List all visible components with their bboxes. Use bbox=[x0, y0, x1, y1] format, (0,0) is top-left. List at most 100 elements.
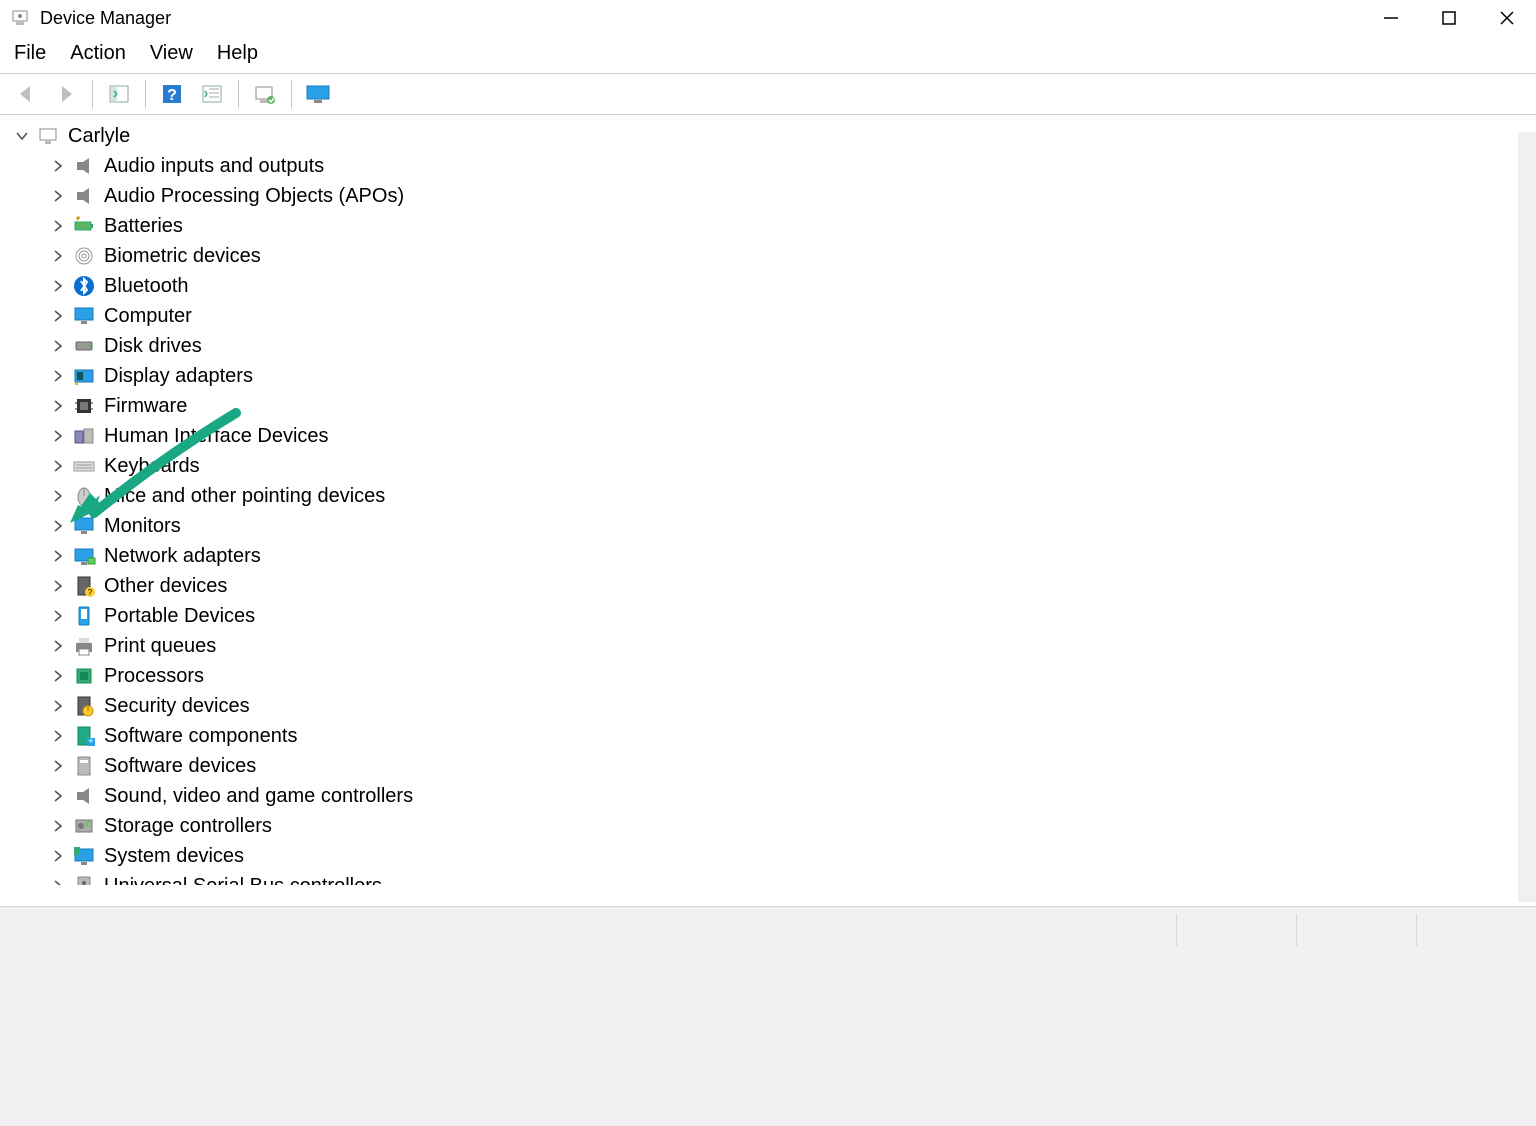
tree-node-label: Software components bbox=[104, 725, 297, 748]
chevron-down-icon[interactable] bbox=[12, 126, 32, 146]
tree-node-label: Disk drives bbox=[104, 335, 202, 358]
tree-root-node[interactable]: Carlyle bbox=[12, 121, 1536, 151]
tree-node[interactable]: Software components bbox=[12, 721, 1536, 751]
tree-node[interactable]: Bluetooth bbox=[12, 271, 1536, 301]
tree-node[interactable]: Human Interface Devices bbox=[12, 421, 1536, 451]
system-icon bbox=[72, 844, 96, 868]
tree-node-label: Display adapters bbox=[104, 365, 253, 388]
chevron-right-icon[interactable] bbox=[48, 516, 68, 536]
scan-hardware-button[interactable] bbox=[247, 78, 283, 110]
tree-node-label: Bluetooth bbox=[104, 275, 189, 298]
tree-node-label: Firmware bbox=[104, 395, 187, 418]
back-button[interactable] bbox=[8, 78, 44, 110]
chevron-right-icon[interactable] bbox=[48, 486, 68, 506]
tree-node-label: Software devices bbox=[104, 755, 256, 778]
gpu-icon bbox=[72, 364, 96, 388]
chevron-right-icon[interactable] bbox=[48, 876, 68, 885]
tree-node-label: Mice and other pointing devices bbox=[104, 485, 385, 508]
menu-help[interactable]: Help bbox=[217, 42, 258, 65]
menu-action[interactable]: Action bbox=[70, 42, 126, 65]
forward-button[interactable] bbox=[48, 78, 84, 110]
properties-button[interactable] bbox=[194, 78, 230, 110]
chevron-right-icon[interactable] bbox=[48, 276, 68, 296]
tree-node-label: Batteries bbox=[104, 215, 183, 238]
chevron-right-icon[interactable] bbox=[48, 366, 68, 386]
cpu-icon bbox=[72, 664, 96, 688]
printer-icon bbox=[72, 634, 96, 658]
tree-node-label: Human Interface Devices bbox=[104, 425, 329, 448]
chevron-right-icon[interactable] bbox=[48, 816, 68, 836]
tree-node[interactable]: Print queues bbox=[12, 631, 1536, 661]
computer-root-icon bbox=[36, 124, 60, 148]
chevron-right-icon[interactable] bbox=[48, 606, 68, 626]
window-title: Device Manager bbox=[40, 8, 1362, 29]
tree-node-label: Universal Serial Bus controllers bbox=[104, 875, 382, 886]
toolbar-separator bbox=[238, 80, 239, 108]
software-dev-icon bbox=[72, 754, 96, 778]
tree-node[interactable]: Monitors bbox=[12, 511, 1536, 541]
tree-node[interactable]: Computer bbox=[12, 301, 1536, 331]
maximize-button[interactable] bbox=[1420, 0, 1478, 36]
tree-node[interactable]: Firmware bbox=[12, 391, 1536, 421]
chevron-right-icon[interactable] bbox=[48, 216, 68, 236]
toolbar-separator bbox=[145, 80, 146, 108]
chevron-right-icon[interactable] bbox=[48, 336, 68, 356]
toolbar-separator bbox=[92, 80, 93, 108]
chevron-right-icon[interactable] bbox=[48, 636, 68, 656]
tree-node[interactable]: Keyboards bbox=[12, 451, 1536, 481]
tree-node[interactable]: Display adapters bbox=[12, 361, 1536, 391]
chevron-right-icon[interactable] bbox=[48, 786, 68, 806]
tree-node-label: Audio inputs and outputs bbox=[104, 155, 324, 178]
help-button[interactable]: ? bbox=[154, 78, 190, 110]
tree-node-label: Audio Processing Objects (APOs) bbox=[104, 185, 404, 208]
tree-node[interactable]: Sound, video and game controllers bbox=[12, 781, 1536, 811]
vertical-scrollbar[interactable] bbox=[1518, 132, 1536, 902]
minimize-button[interactable] bbox=[1362, 0, 1420, 36]
tree-node[interactable]: Audio Processing Objects (APOs) bbox=[12, 181, 1536, 211]
network-icon bbox=[72, 544, 96, 568]
menu-view[interactable]: View bbox=[150, 42, 193, 65]
speaker-icon bbox=[72, 154, 96, 178]
chevron-right-icon[interactable] bbox=[48, 576, 68, 596]
status-cell bbox=[1296, 914, 1416, 946]
chevron-right-icon[interactable] bbox=[48, 156, 68, 176]
tree-node[interactable]: Disk drives bbox=[12, 331, 1536, 361]
chevron-right-icon[interactable] bbox=[48, 306, 68, 326]
chevron-right-icon[interactable] bbox=[48, 456, 68, 476]
show-hide-console-tree-button[interactable] bbox=[101, 78, 137, 110]
close-button[interactable] bbox=[1478, 0, 1536, 36]
chevron-right-icon[interactable] bbox=[48, 846, 68, 866]
tree-node[interactable]: Security devices bbox=[12, 691, 1536, 721]
tree-node[interactable]: Audio inputs and outputs bbox=[12, 151, 1536, 181]
tree-node[interactable]: System devices bbox=[12, 841, 1536, 871]
tree-node[interactable]: Portable Devices bbox=[12, 601, 1536, 631]
chevron-right-icon[interactable] bbox=[48, 396, 68, 416]
chevron-right-icon[interactable] bbox=[48, 426, 68, 446]
chevron-right-icon[interactable] bbox=[48, 246, 68, 266]
chevron-right-icon[interactable] bbox=[48, 756, 68, 776]
tree-node[interactable]: Software devices bbox=[12, 751, 1536, 781]
svg-text:?: ? bbox=[167, 87, 177, 104]
toolbar: ? bbox=[0, 74, 1536, 115]
tree-node-label: Other devices bbox=[104, 575, 227, 598]
chevron-right-icon[interactable] bbox=[48, 726, 68, 746]
menu-file[interactable]: File bbox=[14, 42, 46, 65]
fingerprint-icon bbox=[72, 244, 96, 268]
chevron-right-icon[interactable] bbox=[48, 666, 68, 686]
tree-node[interactable]: Processors bbox=[12, 661, 1536, 691]
tree-node[interactable]: Universal Serial Bus controllers bbox=[12, 871, 1536, 885]
tree-node[interactable]: Storage controllers bbox=[12, 811, 1536, 841]
tree-node[interactable]: Network adapters bbox=[12, 541, 1536, 571]
tree-node[interactable]: Biometric devices bbox=[12, 241, 1536, 271]
mouse-icon bbox=[72, 484, 96, 508]
tree-node[interactable]: Other devices bbox=[12, 571, 1536, 601]
chevron-right-icon[interactable] bbox=[48, 186, 68, 206]
chevron-right-icon[interactable] bbox=[48, 546, 68, 566]
tree-node-label: Monitors bbox=[104, 515, 181, 538]
tree-node[interactable]: Batteries bbox=[12, 211, 1536, 241]
tree-node-label: System devices bbox=[104, 845, 244, 868]
computer-icon-button[interactable] bbox=[300, 78, 336, 110]
keyboard-icon bbox=[72, 454, 96, 478]
tree-node[interactable]: Mice and other pointing devices bbox=[12, 481, 1536, 511]
chevron-right-icon[interactable] bbox=[48, 696, 68, 716]
